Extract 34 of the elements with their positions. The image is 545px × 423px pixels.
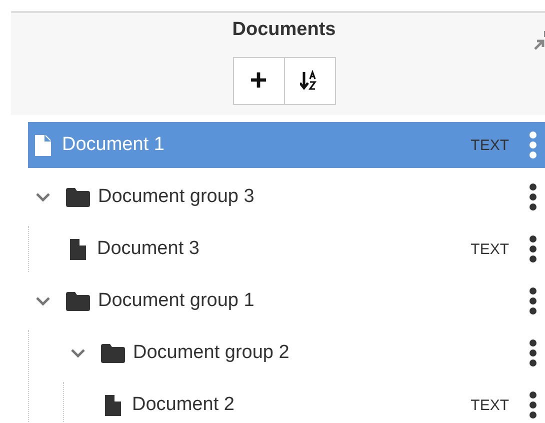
- document-name: Document 3: [97, 238, 200, 260]
- more-options-icon[interactable]: [529, 339, 537, 367]
- more-options-icon[interactable]: [529, 287, 537, 315]
- folder-icon: [66, 292, 90, 310]
- document-name: Document 1: [62, 134, 164, 156]
- document-name: Document 2: [132, 394, 234, 416]
- document-row[interactable]: Document 3 TEXT: [63, 226, 545, 272]
- document-row[interactable]: Document 2 TEXT: [98, 382, 545, 423]
- chevron-down-icon[interactable]: [36, 296, 50, 306]
- more-options-icon[interactable]: [529, 391, 537, 419]
- folder-icon: [101, 344, 125, 362]
- group-name: Document group 3: [98, 186, 254, 208]
- collapse-icon[interactable]: [533, 31, 545, 51]
- chevron-down-icon[interactable]: [36, 192, 50, 202]
- folder-icon: [66, 188, 90, 206]
- document-icon: [70, 238, 86, 260]
- more-options-icon[interactable]: [529, 235, 537, 263]
- group-row[interactable]: Document group 1: [28, 278, 545, 324]
- group-name: Document group 2: [133, 342, 290, 364]
- document-type: TEXT: [470, 136, 509, 154]
- sort-button[interactable]: [284, 57, 336, 105]
- add-button[interactable]: +: [232, 57, 284, 105]
- chevron-down-icon[interactable]: [71, 348, 85, 358]
- more-options-icon[interactable]: [529, 183, 537, 211]
- document-icon: [35, 134, 51, 156]
- panel-title: Documents: [232, 19, 336, 41]
- group-name: Document group 1: [98, 290, 254, 312]
- document-row[interactable]: Document 1 TEXT: [28, 122, 545, 168]
- group-row[interactable]: Document group 2: [63, 330, 545, 376]
- document-type: TEXT: [470, 240, 509, 258]
- sort-icon: [300, 70, 320, 92]
- document-type: TEXT: [470, 396, 509, 414]
- group-row[interactable]: Document group 3: [28, 174, 545, 220]
- document-icon: [105, 394, 121, 416]
